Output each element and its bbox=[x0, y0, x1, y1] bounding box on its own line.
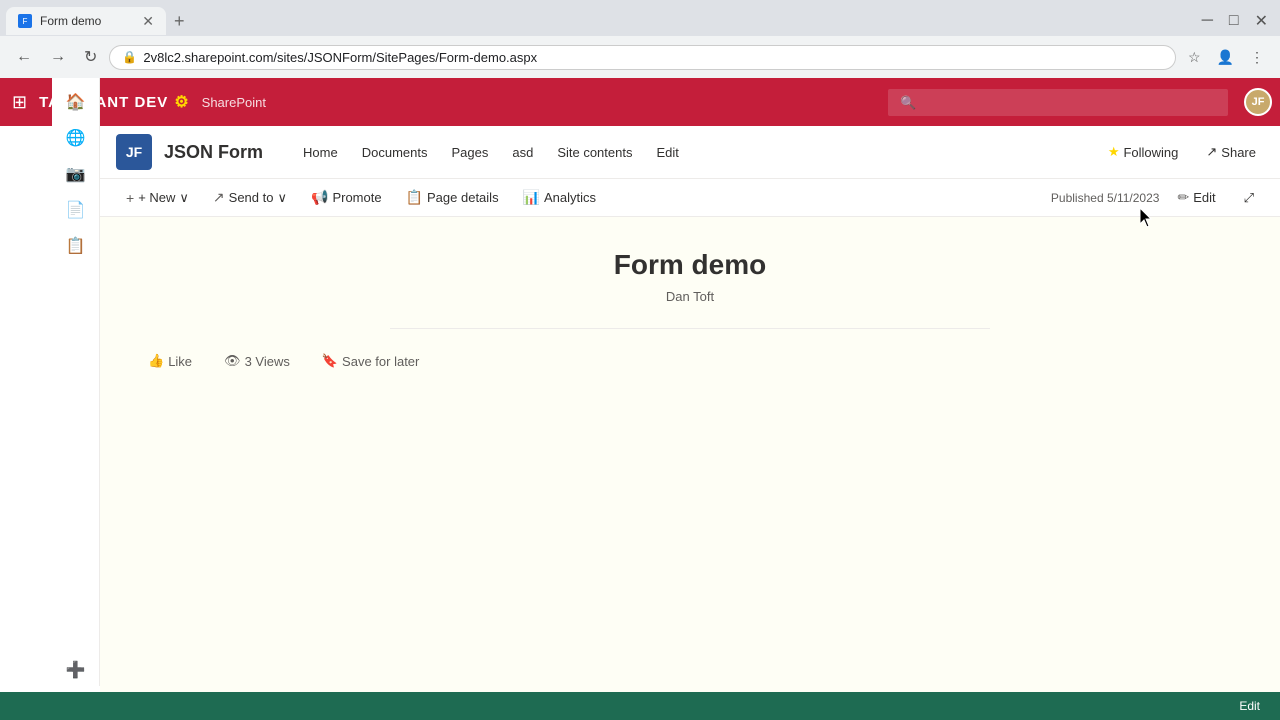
global-search-input[interactable] bbox=[888, 89, 1228, 116]
new-button[interactable]: + + New ∨ bbox=[116, 184, 199, 212]
page-content: Form demo Dan Toft 👍 Like 👁 3 Views 🔖 Sa… bbox=[100, 217, 1280, 617]
share-icon: ↗ bbox=[1206, 144, 1217, 160]
minimize-button[interactable]: ─ bbox=[1196, 7, 1219, 35]
sp-app-bar: 🏠 🌐 📷 📄 📋 ➕ bbox=[52, 78, 100, 686]
back-button[interactable]: ← bbox=[10, 44, 38, 70]
page-details-button[interactable]: 📋 Page details bbox=[396, 183, 509, 212]
lists-nav-icon[interactable]: 📋 bbox=[60, 230, 92, 262]
browser-profile-button[interactable]: 👤 bbox=[1211, 45, 1240, 70]
send-icon: ↗ bbox=[213, 189, 225, 206]
top-right-actions: JF bbox=[1244, 88, 1272, 116]
following-button[interactable]: ★ Following bbox=[1100, 138, 1187, 166]
promote-label: Promote bbox=[332, 190, 381, 205]
share-label: Share bbox=[1221, 145, 1256, 160]
nav-edit[interactable]: Edit bbox=[644, 137, 690, 168]
browser-menu-button[interactable]: ⋮ bbox=[1244, 45, 1270, 70]
tab-close-button[interactable]: ✕ bbox=[142, 13, 154, 30]
analytics-icon: 📊 bbox=[523, 189, 540, 206]
promote-icon: 📢 bbox=[311, 189, 328, 206]
cmd-right-actions: Published 5/11/2023 ✏ Edit ⤢ bbox=[1051, 183, 1264, 212]
lock-icon: 🔒 bbox=[122, 50, 137, 64]
new-tab-button[interactable]: + bbox=[166, 11, 193, 32]
send-to-button[interactable]: ↗ Send to ∨ bbox=[203, 183, 297, 212]
nav-asd[interactable]: asd bbox=[500, 137, 545, 168]
user-avatar-button[interactable]: JF bbox=[1244, 88, 1272, 116]
forward-button[interactable]: → bbox=[44, 44, 72, 70]
save-for-later-label: Save for later bbox=[342, 354, 419, 369]
like-label: Like bbox=[168, 354, 192, 369]
nav-documents[interactable]: Documents bbox=[350, 137, 440, 168]
nav-pages[interactable]: Pages bbox=[439, 137, 500, 168]
analytics-label: Analytics bbox=[544, 190, 596, 205]
send-to-label: Send to bbox=[229, 190, 274, 205]
page-author: Dan Toft bbox=[140, 289, 1240, 304]
maximize-button[interactable]: □ bbox=[1223, 7, 1245, 35]
views-icon: 👁 bbox=[224, 353, 241, 369]
browser-tab[interactable]: F Form demo ✕ bbox=[6, 7, 166, 35]
sites-nav-icon[interactable]: 🌐 bbox=[60, 122, 92, 154]
bookmark-icon: 🔖 bbox=[322, 353, 338, 369]
page-actions: 👍 Like 👁 3 Views 🔖 Save for later bbox=[140, 349, 1240, 385]
command-bar: + + New ∨ ↗ Send to ∨ 📢 Promote 📋 Page d… bbox=[100, 179, 1280, 217]
star-icon: ★ bbox=[1108, 144, 1120, 160]
page-title: Form demo bbox=[140, 249, 1240, 281]
address-bar[interactable]: 🔒 2v8lc2.sharepoint.com/sites/JSONForm/S… bbox=[109, 45, 1176, 70]
sp-content-area: JF JSON Form Home Documents Pages asd Si… bbox=[100, 126, 1280, 720]
suite-name: SharePoint bbox=[202, 95, 266, 110]
new-icon: + bbox=[126, 190, 134, 206]
browser-extensions-button[interactable]: ☆ bbox=[1182, 45, 1207, 70]
pages-nav-icon[interactable]: 📄 bbox=[60, 194, 92, 226]
views-button[interactable]: 👁 3 Views bbox=[216, 349, 298, 373]
nav-site-contents[interactable]: Site contents bbox=[545, 137, 644, 168]
page-details-label: Page details bbox=[427, 190, 499, 205]
new-chevron-icon: ∨ bbox=[179, 190, 189, 206]
refresh-button[interactable]: ↻ bbox=[78, 43, 103, 71]
site-header: JF JSON Form Home Documents Pages asd Si… bbox=[100, 126, 1280, 179]
nav-home[interactable]: Home bbox=[291, 137, 350, 168]
new-label: + New bbox=[138, 190, 175, 205]
url-text: 2v8lc2.sharepoint.com/sites/JSONForm/Sit… bbox=[143, 50, 1163, 65]
site-logo: JF bbox=[116, 134, 152, 170]
expand-icon: ⤢ bbox=[1244, 190, 1254, 206]
page-divider bbox=[390, 328, 990, 329]
analytics-button[interactable]: 📊 Analytics bbox=[513, 183, 606, 212]
site-title: JSON Form bbox=[164, 142, 263, 163]
edit-page-button[interactable]: ✏ Edit bbox=[1167, 183, 1225, 212]
gear-icon: ⚙ bbox=[174, 92, 189, 112]
like-button[interactable]: 👍 Like bbox=[140, 349, 200, 373]
status-edit-button[interactable]: Edit bbox=[1231, 697, 1268, 715]
tab-favicon: F bbox=[18, 14, 32, 28]
home-nav-icon[interactable]: 🏠 bbox=[60, 86, 92, 118]
waffle-button[interactable]: ⊞ bbox=[8, 88, 31, 117]
close-window-button[interactable]: ✕ bbox=[1249, 7, 1274, 35]
share-button[interactable]: ↗ Share bbox=[1198, 138, 1264, 166]
edit-icon: ✏ bbox=[1177, 189, 1189, 206]
expand-button[interactable]: ⤢ bbox=[1234, 184, 1264, 212]
tab-title: Form demo bbox=[40, 14, 101, 28]
views-label: 3 Views bbox=[245, 354, 290, 369]
sp-top-bar: ⊞ TANDDANT DEV ⚙ SharePoint JF bbox=[0, 78, 1280, 126]
following-label: Following bbox=[1123, 145, 1178, 160]
status-bar: Edit bbox=[0, 692, 1280, 720]
page-details-icon: 📋 bbox=[406, 189, 423, 206]
media-nav-icon[interactable]: 📷 bbox=[60, 158, 92, 190]
published-text: Published 5/11/2023 bbox=[1051, 191, 1160, 205]
edit-label: Edit bbox=[1193, 190, 1215, 205]
like-icon: 👍 bbox=[148, 353, 164, 369]
save-for-later-button[interactable]: 🔖 Save for later bbox=[314, 349, 428, 373]
site-header-right: ★ Following ↗ Share bbox=[1100, 138, 1264, 166]
promote-button[interactable]: 📢 Promote bbox=[301, 183, 392, 212]
add-nav-icon[interactable]: ➕ bbox=[60, 654, 92, 686]
send-chevron-icon: ∨ bbox=[277, 190, 287, 206]
site-navigation: Home Documents Pages asd Site contents E… bbox=[291, 137, 691, 168]
